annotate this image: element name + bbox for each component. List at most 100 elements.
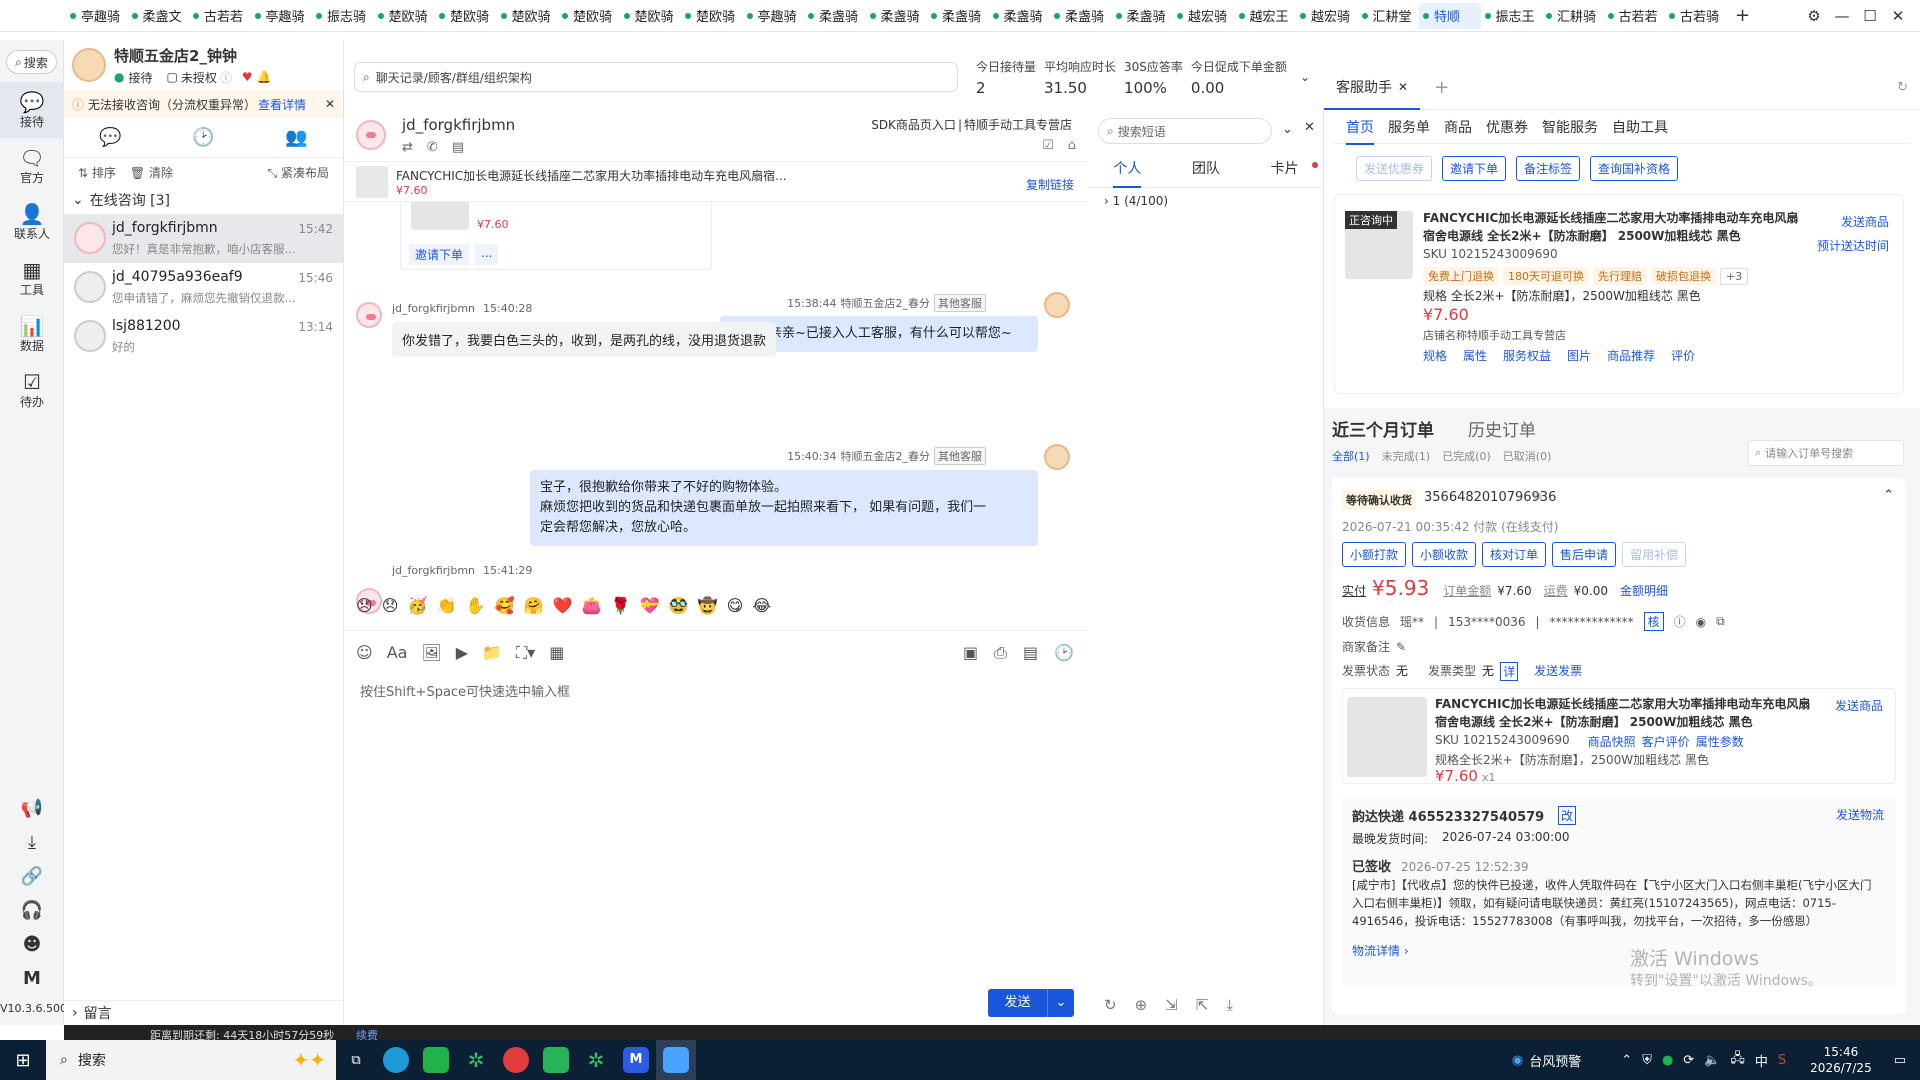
edge-icon[interactable] <box>376 1040 416 1080</box>
assist-action-2[interactable]: 备注标签 <box>1516 156 1581 181</box>
tab-13[interactable]: 柔盏骑 <box>866 3 928 29</box>
crop-icon[interactable]: ⛶▾ <box>516 643 535 663</box>
quick-search-input[interactable]: ⌕ 搜索短语 <box>1098 118 1272 144</box>
edit-icon[interactable]: ✎ <box>1396 640 1406 654</box>
tab-3[interactable]: 亭趣骑 <box>251 3 313 29</box>
tab-15[interactable]: 柔盏骑 <box>989 3 1051 29</box>
sort-button[interactable]: ⇅ 排序 <box>78 164 116 181</box>
tab-4[interactable]: 振志骑 <box>312 3 374 29</box>
bell-icon[interactable]: 🔔 <box>257 70 272 84</box>
session-item[interactable]: jd_40795a936eaf9 15:46 您申请错了，麻烦您先撤销仅退款... <box>64 263 343 312</box>
message-input[interactable]: 按住Shift+Space可快速选中输入框 <box>360 681 570 700</box>
tab-12[interactable]: 柔盏骑 <box>804 3 866 29</box>
order-filter-0[interactable]: 全部(1) <box>1332 448 1370 464</box>
verify-button[interactable]: 核 <box>1643 612 1664 631</box>
assist-nav-3[interactable]: 优惠券 <box>1486 117 1528 137</box>
tab-9[interactable]: 楚欧骑 <box>620 3 682 29</box>
order-search-input[interactable]: ⌕ 请输入订单号搜索 <box>1748 440 1904 466</box>
logistics-more-link[interactable]: 物流详情 › <box>1352 942 1409 959</box>
tab-2[interactable]: 古若若 <box>189 3 251 29</box>
app-star-icon[interactable]: ✲ <box>456 1040 496 1080</box>
order-action-4[interactable]: 留用补偿 <box>1622 542 1687 567</box>
tab-16[interactable]: 柔盏骑 <box>1050 3 1112 29</box>
product-link-0[interactable]: 规格 <box>1423 347 1447 364</box>
task-view-icon[interactable]: ⧉ <box>336 1040 376 1080</box>
tab-7[interactable]: 楚欧骑 <box>497 3 559 29</box>
add-tab-button[interactable]: + <box>1434 77 1449 98</box>
assist-nav-2[interactable]: 商品 <box>1444 117 1472 137</box>
order-filter-2[interactable]: 已完成(0) <box>1442 448 1491 464</box>
app-green-chat-icon[interactable] <box>536 1040 576 1080</box>
chevron-up-icon[interactable]: ⌃ <box>1621 1053 1632 1068</box>
avatar[interactable] <box>72 48 106 82</box>
collapse-icon[interactable]: ⌄ <box>1282 122 1293 137</box>
auth-status[interactable]: 未授权 <box>181 69 217 86</box>
app-red-icon[interactable] <box>496 1040 536 1080</box>
clear-button[interactable]: 🗑 清除 <box>130 164 173 181</box>
tab-11[interactable]: 亭趣骑 <box>743 3 805 29</box>
headset-icon[interactable]: 🎧 <box>0 900 64 921</box>
bot-icon[interactable]: ☻ <box>0 934 64 955</box>
heart-icon[interactable]: ♥ <box>242 70 253 84</box>
video-icon[interactable]: ▶ <box>456 643 468 663</box>
app-m-icon[interactable]: M <box>616 1040 656 1080</box>
m-logo-icon[interactable]: M <box>0 968 64 989</box>
send-button[interactable]: 发送 <box>988 989 1048 1017</box>
bag-icon[interactable]: ⌂ <box>1068 138 1076 153</box>
refresh-icon[interactable]: ↻ <box>1104 996 1117 1014</box>
notification-icon[interactable]: ▭ <box>1894 1053 1906 1068</box>
send-product-button[interactable]: 发送商品 <box>1841 213 1889 230</box>
tab-14[interactable]: 柔盏骑 <box>927 3 989 29</box>
tab-23[interactable]: 振志王 <box>1481 3 1543 29</box>
modify-logistics-button[interactable]: 改 <box>1558 806 1577 825</box>
close-window-button[interactable]: ✕ <box>1884 2 1912 30</box>
tab-24[interactable]: 汇耕骑 <box>1542 3 1604 29</box>
transfer-icon[interactable]: ⇄ <box>402 140 413 155</box>
nav-todo[interactable]: ☑ 待办 <box>0 362 64 418</box>
group-header[interactable]: ⌄ 在线咨询 [3] <box>64 186 343 214</box>
status-dropdown[interactable]: 接待 <box>128 69 152 86</box>
group-icon[interactable]: 👥 <box>285 127 307 148</box>
tab-17[interactable]: 柔盏骑 <box>1112 3 1174 29</box>
send-options-chevron-icon[interactable]: ⌄ <box>1048 989 1074 1017</box>
eye-icon[interactable]: ◉ <box>1696 615 1706 629</box>
tab-21[interactable]: 汇耕堂 <box>1358 3 1420 29</box>
close-icon[interactable]: ✕ <box>1304 120 1315 135</box>
snapshot-link[interactable]: 商品快照 <box>1588 733 1636 750</box>
taskbar-search[interactable]: ⌕ 搜索 ✦✦ <box>46 1040 336 1080</box>
nav-data[interactable]: 📊 数据 <box>0 306 64 362</box>
tab-team[interactable]: 团队 <box>1192 158 1220 187</box>
tab-5[interactable]: 楚欧骑 <box>374 3 436 29</box>
tab-22[interactable]: 特顺 <box>1419 2 1481 29</box>
phone-icon[interactable]: ✆ <box>427 140 438 155</box>
sogou-icon[interactable]: S <box>1778 1053 1786 1068</box>
wechat-tray-icon[interactable]: ● <box>1662 1053 1673 1068</box>
send-logistics-button[interactable]: 发送物流 <box>1836 806 1884 823</box>
sync-icon[interactable]: ⟳ <box>1683 1053 1694 1068</box>
comment-icon[interactable]: ▤ <box>1023 643 1038 663</box>
assist-nav-1[interactable]: 服务单 <box>1388 117 1430 137</box>
windows-start-icon[interactable]: ⊞ <box>0 1040 46 1080</box>
tab-8[interactable]: 楚欧骑 <box>558 3 620 29</box>
font-icon[interactable]: Aa <box>387 643 408 663</box>
download-icon[interactable]: ⤓ <box>0 832 64 853</box>
tab-19[interactable]: 越宏王 <box>1235 3 1297 29</box>
assist-action-0[interactable]: 发送优惠券 <box>1356 156 1433 181</box>
copy-icon[interactable]: ⧉ <box>1534 490 1542 504</box>
checkbox-icon[interactable]: ☑ <box>1042 138 1054 153</box>
more-button[interactable]: ... <box>475 244 499 265</box>
chat-bubble-icon[interactable]: 💬 <box>99 127 121 148</box>
order-action-0[interactable]: 小额打款 <box>1342 542 1407 567</box>
import-icon[interactable]: ⇲ <box>1165 996 1178 1014</box>
screenshot-icon[interactable]: ⎙ <box>994 643 1007 663</box>
notice-link[interactable]: 查看详情 <box>258 96 306 113</box>
invoice-detail-button[interactable]: 详 <box>1500 662 1519 681</box>
tab-25[interactable]: 古若若 <box>1604 3 1666 29</box>
order-action-2[interactable]: 核对订单 <box>1482 542 1547 567</box>
assist-nav-0[interactable]: 首页 <box>1346 117 1374 145</box>
tab-assistant[interactable]: 客服助手 ✕ <box>1324 66 1421 110</box>
chevron-down-icon[interactable]: ⌄ <box>1300 70 1310 84</box>
history-icon[interactable]: 🕑 <box>1054 643 1074 663</box>
tab-20[interactable]: 越宏骑 <box>1296 3 1358 29</box>
product-link-2[interactable]: 服务权益 <box>1503 347 1551 364</box>
